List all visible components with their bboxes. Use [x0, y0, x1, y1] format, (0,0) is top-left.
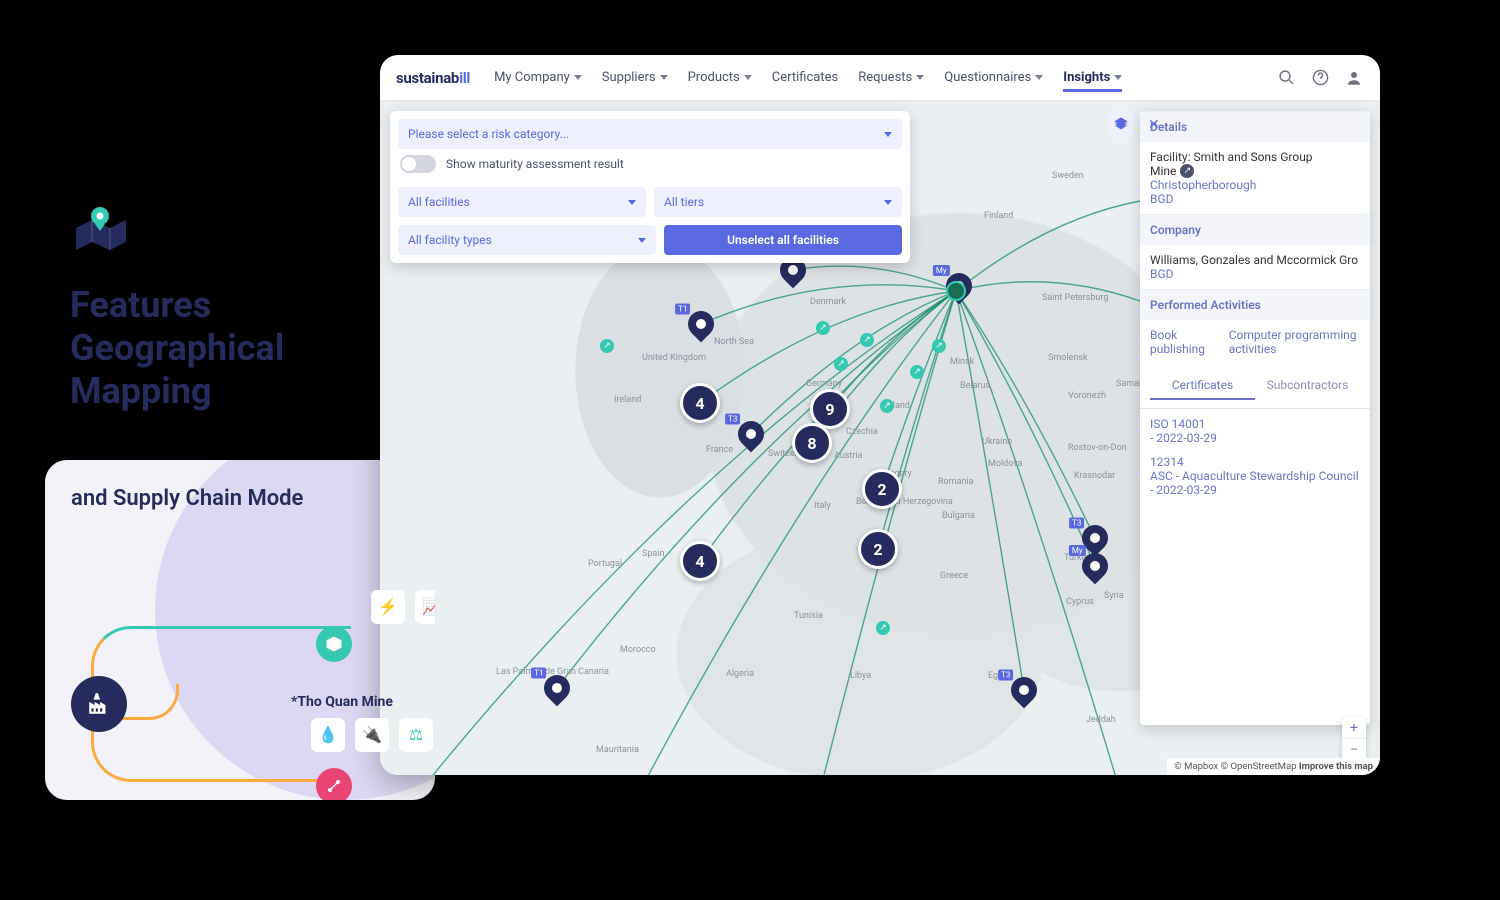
close-icon[interactable]: ✕ — [1148, 117, 1160, 133]
map-attribution: © Mapbox © OpenStreetMap Improve this ma… — [1167, 758, 1380, 775]
plug-icon: 🔌 — [355, 718, 389, 752]
nav-item-requests[interactable]: Requests — [858, 70, 924, 86]
tab-certificates[interactable]: Certificates — [1150, 372, 1255, 400]
nav-item-questionnaires[interactable]: Questionnaires — [944, 70, 1043, 86]
route-arrow[interactable] — [600, 339, 614, 353]
nav-item-products[interactable]: Products — [688, 70, 752, 86]
activity-link[interactable]: Book publishing — [1150, 328, 1213, 356]
route-arrow[interactable] — [932, 339, 946, 353]
route-arrow[interactable] — [910, 365, 924, 379]
unselect-button[interactable]: Unselect all facilities — [664, 225, 902, 255]
maturity-label: Show maturity assessment result — [446, 157, 624, 171]
tiers-select[interactable]: All tiers — [654, 187, 902, 217]
factory-icon — [71, 676, 127, 732]
search-icon[interactable] — [1276, 68, 1296, 88]
nav-items: My Company Suppliers Products Certificates R… — [494, 70, 1276, 86]
supply-chain-card: and Supply Chain Mode ⚡ 📈 *Tho Quan Mine… — [45, 460, 435, 800]
nav-item-suppliers[interactable]: Suppliers — [602, 70, 668, 86]
company-country[interactable]: BGD — [1150, 267, 1360, 281]
tab-subcontractors[interactable]: Subcontractors — [1255, 372, 1360, 400]
map-cluster[interactable]: 2 — [858, 529, 898, 569]
mine-label: *Tho Quan Mine — [291, 694, 393, 710]
facility-country[interactable]: BGD — [1150, 192, 1360, 206]
facility-city[interactable]: Christopherborough — [1150, 178, 1360, 192]
details-section-header: Details — [1140, 111, 1370, 142]
route-arrow[interactable] — [860, 333, 874, 347]
supply-chain-title: and Supply Chain Mode — [71, 484, 409, 514]
help-icon[interactable] — [1310, 68, 1330, 88]
app-window: sustainabill My Company Suppliers Products… — [380, 55, 1380, 775]
route-arrow[interactable] — [876, 621, 890, 635]
activity-link[interactable]: Computer programming activities — [1229, 328, 1360, 356]
zoom-control: + − — [1342, 717, 1366, 761]
facility-type: Mine — [1150, 164, 1176, 178]
maturity-toggle[interactable] — [400, 155, 436, 173]
route-arrow[interactable] — [816, 321, 830, 335]
details-panel: ✕ Details Facility: Smith and Sons Group… — [1140, 111, 1370, 725]
map-cluster[interactable]: 4 — [680, 541, 720, 581]
map-cluster[interactable]: 2 — [862, 469, 902, 509]
map-area[interactable]: NorwaySwedenFinlandOsloBergenUnited King… — [380, 101, 1380, 775]
top-nav: sustainabill My Company Suppliers Products… — [380, 55, 1380, 101]
nav-item-certificates[interactable]: Certificates — [772, 70, 838, 86]
filter-panel: Please select a risk category... Show ma… — [390, 111, 910, 263]
green-node-icon — [316, 626, 352, 662]
promo-map-icon — [70, 200, 400, 264]
nav-item-my-company[interactable]: My Company — [494, 70, 582, 86]
map-cluster[interactable]: 8 — [792, 423, 832, 463]
promo-title: Features Geographical Mapping — [70, 284, 400, 414]
chart-icon: 📈 — [415, 590, 435, 624]
promo-block: Features Geographical Mapping — [70, 200, 400, 414]
certificate-item: 12314ASC - Aquaculture Stewardship Counc… — [1150, 455, 1360, 497]
user-icon[interactable] — [1344, 68, 1364, 88]
company-name: Williams, Gonzales and Mccormick Gro — [1150, 253, 1360, 267]
hub-marker[interactable] — [946, 281, 966, 301]
pink-node-icon — [316, 768, 352, 800]
external-link-icon[interactable]: ↗ — [1180, 164, 1194, 178]
improve-map-link[interactable]: Improve this map — [1299, 761, 1373, 772]
facility-name: Facility: Smith and Sons Group — [1150, 150, 1360, 164]
activities-section-header: Performed Activities — [1140, 289, 1370, 320]
zoom-in-button[interactable]: + — [1342, 717, 1366, 739]
certificate-item: ISO 14001- 2022-03-29 — [1150, 417, 1360, 445]
facility-types-select[interactable]: All facility types — [398, 225, 656, 255]
scale-icon: ⚖ — [399, 718, 433, 752]
route-arrow[interactable] — [834, 357, 848, 371]
nav-item-insights[interactable]: Insights — [1063, 70, 1122, 92]
company-section-header: Company — [1140, 214, 1370, 245]
map-cluster[interactable]: 4 — [680, 383, 720, 423]
risk-category-select[interactable]: Please select a risk category... — [398, 119, 902, 149]
windmill-icon: ⚡ — [371, 590, 405, 624]
drop-icon: 💧 — [311, 718, 345, 752]
route-arrow[interactable] — [880, 399, 894, 413]
layers-icon[interactable] — [1108, 111, 1134, 137]
facilities-select[interactable]: All facilities — [398, 187, 646, 217]
brand-logo[interactable]: sustainabill — [396, 69, 470, 87]
